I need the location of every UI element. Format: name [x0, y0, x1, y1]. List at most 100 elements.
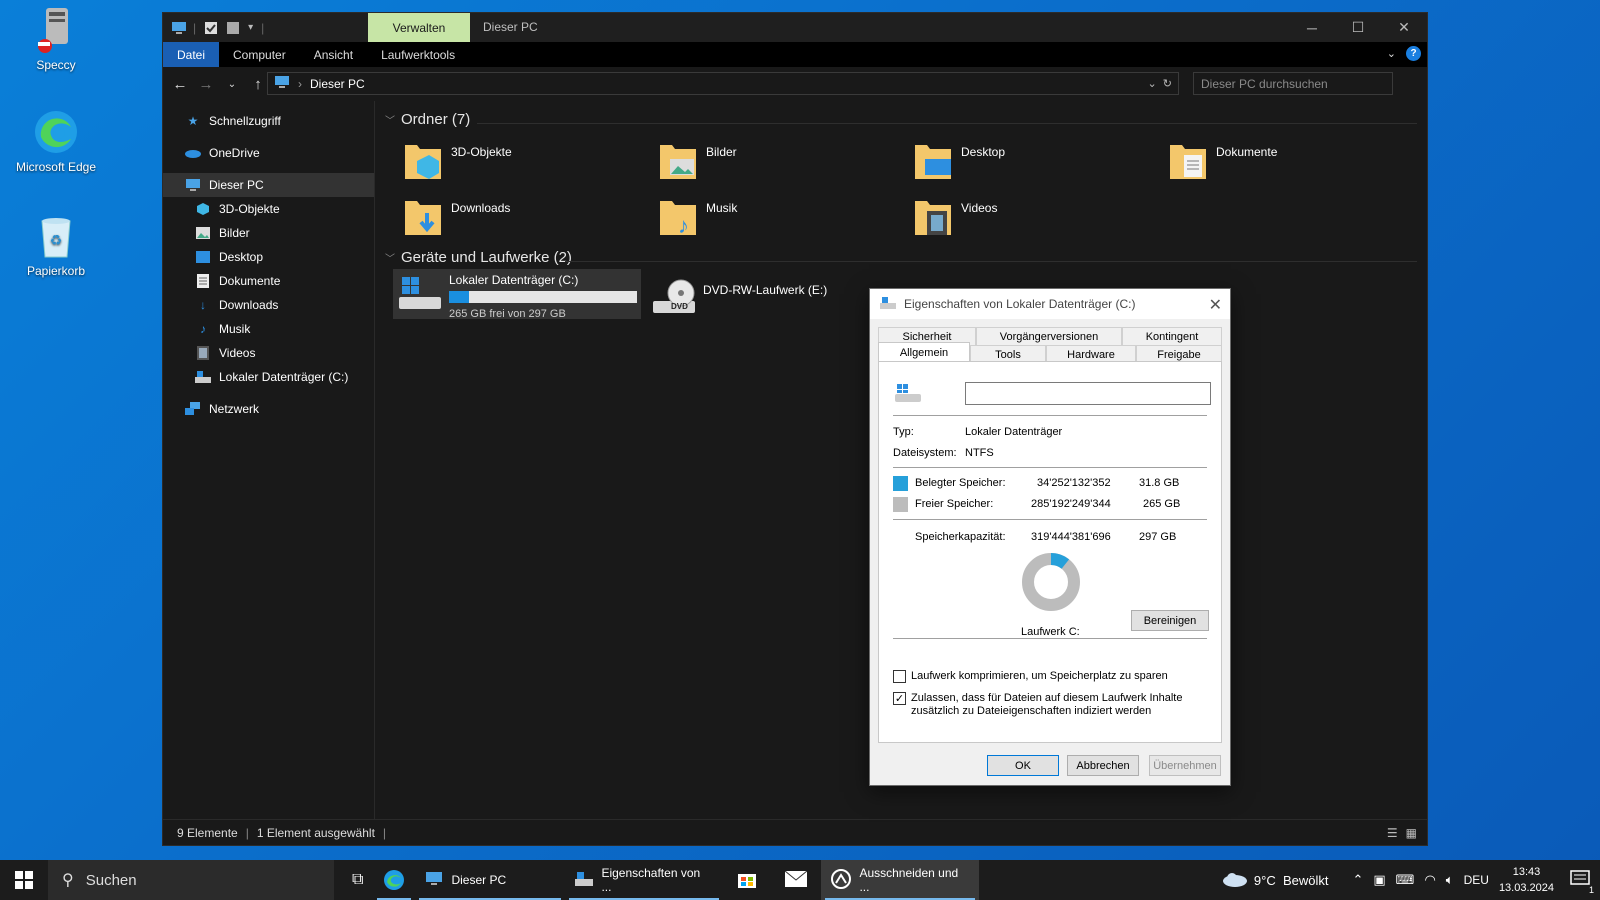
minimize-button[interactable]: ─	[1289, 13, 1335, 42]
index-checkbox[interactable]: ✓	[893, 692, 906, 705]
chevron-down-icon[interactable]: ⌄	[1147, 78, 1156, 90]
pc-icon	[185, 177, 201, 193]
sidebar-item-network[interactable]: Netzwerk	[163, 397, 374, 421]
tiles-view-icon[interactable]: ▦	[1406, 826, 1417, 840]
ribbon-tabs: Datei Computer Ansicht Laufwerktools ⌄ ?	[163, 42, 1427, 67]
navigation-pane: ★ Schnellzugriff OneDrive Dieser PC 3D-O…	[163, 101, 375, 821]
ok-button[interactable]: OK	[987, 755, 1059, 776]
ribbon-context-tab-manage[interactable]: Verwalten	[368, 13, 470, 42]
language-indicator[interactable]: DEU	[1464, 873, 1489, 887]
taskbar-app-properties[interactable]: Eigenschaften von ...	[565, 860, 723, 900]
tab-quota[interactable]: Kontingent	[1122, 327, 1222, 345]
sidebar-item-label: Lokaler Datenträger (C:)	[219, 370, 349, 384]
desktop-icon-edge[interactable]: Microsoft Edge	[14, 108, 98, 174]
dialog-close-button[interactable]: ✕	[1209, 295, 1222, 315]
tab-file[interactable]: Datei	[163, 42, 220, 67]
start-button[interactable]	[0, 860, 48, 900]
tab-view[interactable]: Ansicht	[300, 42, 367, 67]
sidebar-item-local-disk[interactable]: Lokaler Datenträger (C:)	[163, 365, 374, 389]
dialog-titlebar[interactable]: Eigenschaften von Lokaler Datenträger (C…	[870, 289, 1230, 319]
tab-general[interactable]: Allgemein	[878, 342, 970, 363]
drive-name: DVD-RW-Laufwerk (E:)	[703, 283, 828, 297]
sidebar-item-desktop[interactable]: Desktop	[163, 245, 374, 269]
sidebar-item-pictures[interactable]: Bilder	[163, 221, 374, 245]
details-view-icon[interactable]: ☰	[1387, 826, 1398, 840]
close-button[interactable]: ✕	[1381, 13, 1427, 42]
meet-now-icon[interactable]: ▣	[1373, 872, 1385, 888]
taskbar-edge[interactable]	[373, 860, 415, 900]
folder-downloads[interactable]: Downloads	[403, 195, 510, 239]
sidebar-item-videos[interactable]: Videos	[163, 341, 374, 365]
expand-ribbon-icon[interactable]: ⌄	[1387, 47, 1396, 60]
divider: |	[261, 20, 265, 35]
apply-button[interactable]: Übernehmen	[1149, 755, 1221, 776]
sidebar-item-music[interactable]: ♪ Musik	[163, 317, 374, 341]
sidebar-item-3d-objects[interactable]: 3D-Objekte	[163, 197, 374, 221]
taskbar-search[interactable]: ⚲ Suchen	[48, 860, 334, 900]
network-icon[interactable]: ◠	[1424, 872, 1435, 888]
task-view-button[interactable]: ⧉	[342, 860, 373, 900]
taskbar-app-label: Eigenschaften von ...	[601, 866, 701, 894]
folder-documents[interactable]: Dokumente	[1168, 139, 1277, 183]
tab-previous-versions[interactable]: Vorgängerversionen	[976, 327, 1122, 345]
divider	[565, 261, 1417, 262]
cleanup-button[interactable]: Bereinigen	[1131, 610, 1209, 631]
help-icon[interactable]: ?	[1406, 46, 1421, 61]
svg-text:DVD: DVD	[671, 302, 688, 311]
back-button[interactable]: ←	[167, 76, 193, 93]
address-bar[interactable]: › Dieser PC ⌄ ↻	[267, 72, 1179, 95]
customize-qat-icon[interactable]: ▾	[248, 22, 253, 33]
taskbar-mail[interactable]	[775, 860, 817, 900]
volume-icon[interactable]: 🔈︎	[1446, 872, 1454, 888]
sidebar-item-quick-access[interactable]: ★ Schnellzugriff	[163, 109, 374, 133]
notification-center-icon[interactable]: 1	[1570, 869, 1594, 895]
new-folder-icon[interactable]	[226, 21, 240, 35]
drive-name-input[interactable]	[965, 382, 1211, 405]
chevron-up-icon[interactable]: ⌃	[1352, 872, 1363, 888]
system-tray: 9°C Bewölkt ⌃ ▣ ⌨ ◠ 🔈︎ DEU 13:43 13.03.2…	[1222, 860, 1600, 900]
desktop-icon-recycle-bin[interactable]: ♻ Papierkorb	[14, 212, 98, 278]
taskbar-app-explorer[interactable]: Dieser PC	[415, 860, 565, 900]
taskbar-store[interactable]	[727, 860, 767, 900]
maximize-button[interactable]: ☐	[1335, 13, 1381, 42]
folder-videos[interactable]: Videos	[913, 195, 997, 239]
explorer-titlebar[interactable]: | ▾ | Verwalten Dieser PC ─ ☐ ✕	[163, 13, 1427, 42]
sidebar-item-label: Videos	[219, 346, 256, 360]
folder-label: Musik	[706, 201, 738, 215]
sidebar-item-onedrive[interactable]: OneDrive	[163, 141, 374, 165]
search-input[interactable]: Dieser PC durchsuchen	[1193, 72, 1393, 95]
sidebar-item-this-pc[interactable]: Dieser PC	[163, 173, 374, 197]
sidebar-item-documents[interactable]: Dokumente	[163, 269, 374, 293]
weather-widget[interactable]: 9°C Bewölkt	[1222, 871, 1328, 890]
recent-locations-button[interactable]: ⌄	[219, 79, 245, 90]
sidebar-item-label: Musik	[219, 322, 251, 336]
refresh-icon[interactable]: ↻	[1163, 78, 1172, 90]
folder-icon	[403, 195, 443, 239]
used-space-gb: 31.8 GB	[1139, 477, 1180, 489]
clock[interactable]: 13:43 13.03.2024	[1499, 864, 1554, 896]
taskbar-app-snipping[interactable]: Ausschneiden und ...	[821, 860, 980, 900]
folder-pictures[interactable]: Bilder	[658, 139, 737, 183]
folder-3d-objects[interactable]: 3D-Objekte	[403, 139, 512, 183]
drive-e-tile[interactable]: DVD DVD-RW-Laufwerk (E:)	[647, 273, 857, 321]
folder-music[interactable]: ♪ Musik	[658, 195, 737, 239]
capacity-gb: 297 GB	[1139, 531, 1177, 543]
folders-group-header[interactable]: ﹀ Ordner (7)	[385, 111, 470, 128]
type-value: Lokaler Datenträger	[965, 426, 1063, 438]
download-icon: ↓	[200, 298, 206, 312]
pictures-icon	[195, 225, 211, 241]
compress-checkbox[interactable]	[893, 670, 906, 683]
forward-button[interactable]: →	[193, 76, 219, 93]
tab-drive-tools[interactable]: Laufwerktools	[367, 42, 469, 67]
devices-group-header[interactable]: ﹀ Geräte und Laufwerke (2)	[385, 249, 572, 266]
breadcrumb[interactable]: Dieser PC	[310, 77, 365, 91]
store-icon	[737, 869, 757, 892]
cancel-button[interactable]: Abbrechen	[1067, 755, 1139, 776]
drive-c-tile[interactable]: Lokaler Datenträger (C:) 265 GB frei von…	[393, 269, 641, 320]
properties-icon[interactable]	[204, 21, 218, 35]
desktop-icon-speccy[interactable]: Speccy	[14, 6, 98, 72]
sidebar-item-downloads[interactable]: ↓ Downloads	[163, 293, 374, 317]
folder-desktop[interactable]: Desktop	[913, 139, 1005, 183]
tab-computer[interactable]: Computer	[219, 42, 300, 67]
input-indicator-icon[interactable]: ⌨	[1396, 872, 1415, 888]
